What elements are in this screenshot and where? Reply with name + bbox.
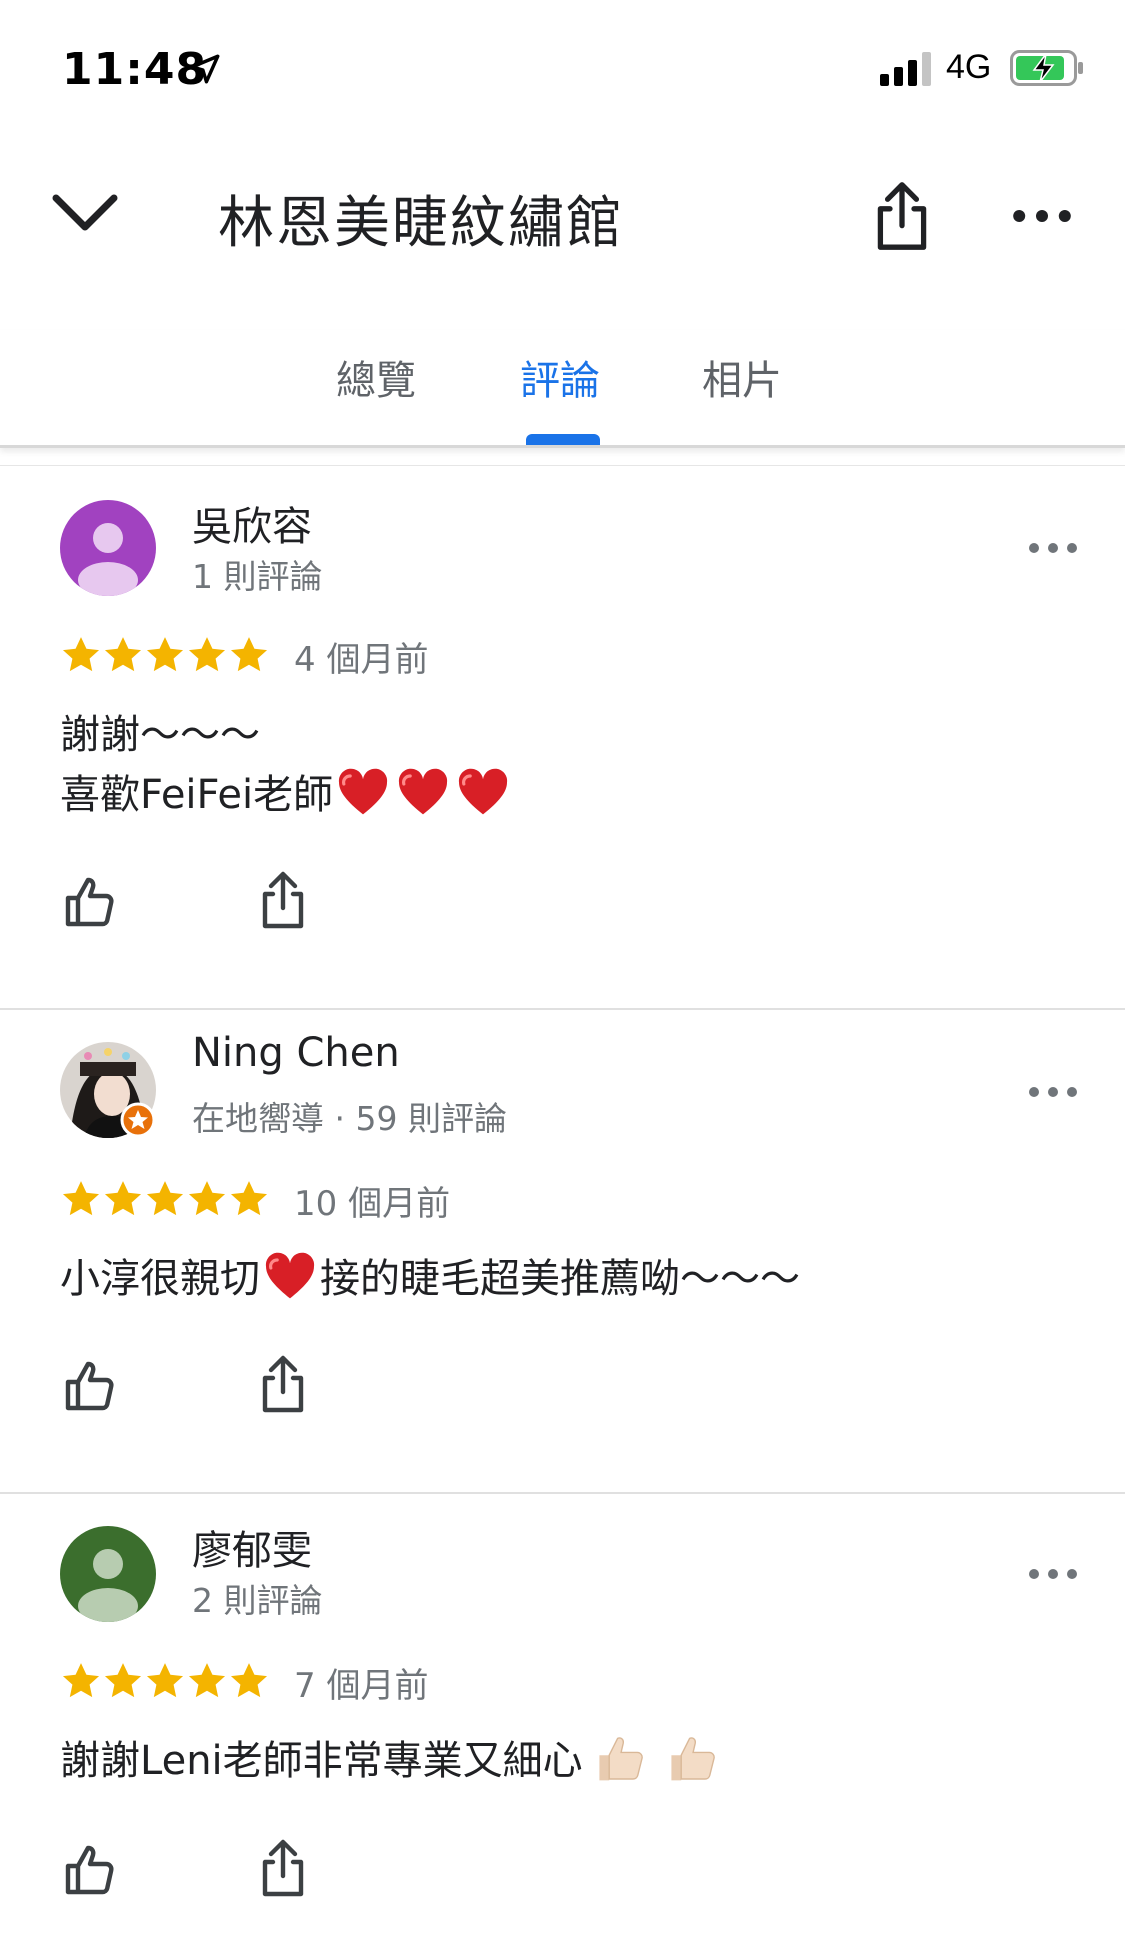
review-time: 10 個月前 bbox=[294, 1184, 451, 1224]
star-icon bbox=[60, 1660, 102, 1702]
chevron-down-icon[interactable] bbox=[50, 188, 120, 238]
divider bbox=[0, 1008, 1125, 1010]
cellular-signal-icon bbox=[880, 52, 931, 86]
share-icon[interactable] bbox=[258, 1838, 308, 1898]
star-icon bbox=[60, 634, 102, 676]
share-icon[interactable] bbox=[258, 870, 308, 930]
thumbs-up-emoji-icon bbox=[663, 1730, 719, 1786]
review-text-line: 謝謝～～～ bbox=[60, 712, 260, 758]
more-options-icon[interactable] bbox=[1028, 1080, 1078, 1104]
star-icon bbox=[228, 634, 270, 676]
review-text: 謝謝～～～ bbox=[60, 704, 260, 766]
active-tab-indicator bbox=[526, 434, 600, 445]
page-title: 林恩美睫紋繡館 bbox=[218, 191, 624, 256]
star-icon bbox=[102, 634, 144, 676]
more-options-icon[interactable] bbox=[1028, 536, 1078, 560]
heart-emoji-icon bbox=[457, 768, 509, 816]
review-text: 小淳很親切 接的睫毛超美推薦呦～～～ bbox=[60, 1248, 800, 1310]
star-rating bbox=[60, 1178, 270, 1220]
heart-emoji-icon bbox=[397, 768, 449, 816]
star-icon bbox=[102, 1178, 144, 1220]
reviewer-name[interactable]: Ning Chen bbox=[192, 1030, 400, 1076]
review-text-part: 接的睫毛超美推薦呦～～～ bbox=[320, 1256, 800, 1302]
network-label: 4G bbox=[946, 48, 992, 86]
heart-emoji-icon bbox=[264, 1252, 316, 1300]
review-text: 謝謝Leni老師非常專業又細心 bbox=[60, 1730, 727, 1792]
star-icon bbox=[144, 1178, 186, 1220]
star-icon bbox=[186, 634, 228, 676]
divider bbox=[0, 465, 1125, 466]
star-icon bbox=[144, 634, 186, 676]
battery-charging-icon bbox=[1010, 50, 1083, 86]
reviewer-name[interactable]: 吳欣容 bbox=[192, 494, 312, 552]
tab-photos[interactable]: 相片 bbox=[702, 348, 782, 406]
star-icon bbox=[60, 1178, 102, 1220]
star-icon bbox=[186, 1660, 228, 1702]
share-icon[interactable] bbox=[872, 180, 932, 252]
more-options-icon[interactable] bbox=[1012, 198, 1072, 234]
review-text-part: 小淳很親切 bbox=[60, 1256, 260, 1302]
tab-overview[interactable]: 總覽 bbox=[336, 348, 416, 406]
heart-emoji-icon bbox=[337, 768, 389, 816]
status-bar: 11:48 4G bbox=[0, 0, 1125, 140]
review-text-line: 喜歡FeiFei老師 bbox=[60, 772, 334, 818]
like-icon[interactable] bbox=[62, 1358, 118, 1414]
tab-bar: 總覽 評論 相片 bbox=[0, 330, 1125, 448]
star-rating bbox=[60, 1660, 270, 1702]
star-icon bbox=[228, 1178, 270, 1220]
star-rating bbox=[60, 634, 270, 676]
reviewer-name[interactable]: 廖郁雯 bbox=[192, 1518, 312, 1576]
reviewer-meta: 在地嚮導 · 59 則評論 bbox=[192, 1099, 507, 1138]
star-icon bbox=[228, 1660, 270, 1702]
avatar[interactable] bbox=[60, 1042, 156, 1138]
star-icon bbox=[144, 1660, 186, 1702]
review-text: 喜歡FeiFei老師 bbox=[60, 764, 513, 826]
reviewer-meta: 1 則評論 bbox=[192, 557, 323, 596]
review-time: 4 個月前 bbox=[294, 640, 429, 680]
reviewer-meta: 2 則評論 bbox=[192, 1581, 323, 1620]
star-icon bbox=[186, 1178, 228, 1220]
status-time: 11:48 bbox=[62, 44, 208, 95]
more-options-icon[interactable] bbox=[1028, 1562, 1078, 1586]
tab-reviews[interactable]: 評論 bbox=[520, 348, 600, 406]
share-icon[interactable] bbox=[258, 1354, 308, 1414]
location-arrow-icon bbox=[190, 54, 220, 84]
like-icon[interactable] bbox=[62, 874, 118, 930]
avatar[interactable] bbox=[60, 1526, 156, 1622]
review-time: 7 個月前 bbox=[294, 1666, 429, 1706]
divider bbox=[0, 1492, 1125, 1494]
review-text-part: 謝謝Leni老師非常專業又細心 bbox=[60, 1738, 583, 1784]
thumbs-up-emoji-icon bbox=[591, 1730, 647, 1786]
avatar[interactable] bbox=[60, 500, 156, 596]
like-icon[interactable] bbox=[62, 1842, 118, 1898]
star-icon bbox=[102, 1660, 144, 1702]
